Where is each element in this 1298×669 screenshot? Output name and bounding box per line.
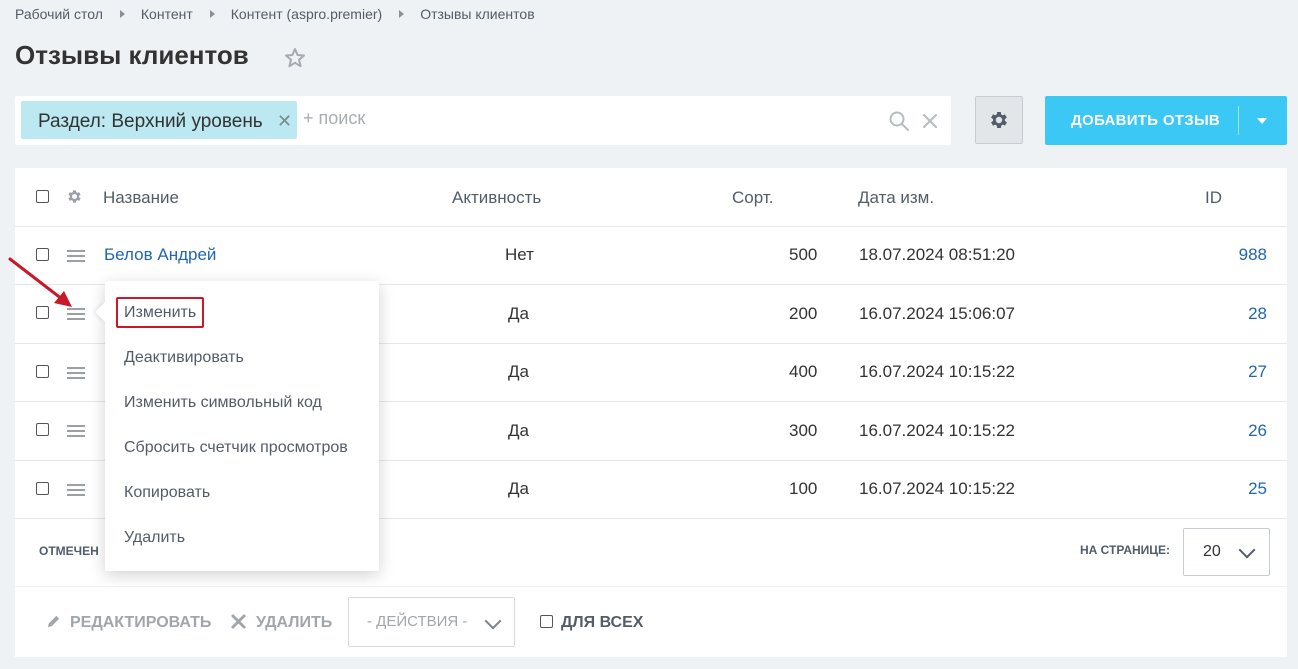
row-id[interactable]: 27 — [1248, 362, 1267, 382]
row-name-link[interactable]: Белов Андрей — [104, 245, 216, 265]
search-input[interactable]: + поиск — [303, 108, 365, 129]
row-active: Да — [508, 479, 529, 498]
breadcrumb-item-current: Отзывы клиентов — [420, 6, 535, 22]
menu-item-deactivate[interactable]: Деактивировать — [124, 349, 244, 367]
per-page-select[interactable]: 20 — [1183, 528, 1270, 576]
row-checkbox[interactable] — [36, 423, 49, 436]
close-icon — [231, 614, 246, 629]
delete-action-button[interactable]: УДАЛИТЬ — [256, 614, 332, 632]
row-date: 18.07.2024 08:51:20 — [859, 245, 1015, 264]
row-divider — [15, 226, 1287, 227]
row-sort: 500 — [789, 245, 818, 264]
row-menu-icon[interactable] — [67, 367, 85, 379]
marked-count-label: ОТМЕЧЕН — [39, 544, 99, 558]
row-context-menu: Изменить Деактивировать Изменить символь… — [95, 281, 379, 571]
column-header-id[interactable]: ID — [1205, 188, 1222, 208]
column-header-name[interactable]: Название — [103, 188, 179, 208]
menu-item-copy[interactable]: Копировать — [124, 484, 210, 502]
row-sort: 300 — [789, 421, 818, 440]
row-active: Да — [508, 304, 529, 323]
breadcrumb-item[interactable]: Контент — [141, 6, 193, 22]
row-id[interactable]: 988 — [1239, 245, 1267, 265]
row-date: 16.07.2024 15:06:07 — [859, 304, 1015, 323]
gear-icon — [991, 112, 1007, 128]
row-menu-icon[interactable] — [67, 484, 85, 496]
row-id[interactable]: 25 — [1248, 479, 1267, 499]
row-active: Да — [508, 362, 529, 381]
search-icon[interactable] — [888, 110, 910, 132]
breadcrumb-separator-icon — [209, 10, 215, 18]
for-all-checkbox[interactable] — [540, 615, 553, 628]
row-active: Да — [508, 421, 529, 440]
group-action-bar: РЕДАКТИРОВАТЬ УДАЛИТЬ - ДЕЙСТВИЯ - ДЛЯ В… — [15, 587, 1287, 657]
breadcrumb-item[interactable]: Контент (aspro.premier) — [231, 6, 382, 22]
row-menu-icon[interactable] — [67, 425, 85, 437]
chip-close-icon[interactable]: ✕ — [277, 111, 292, 132]
row-checkbox[interactable] — [36, 482, 49, 495]
row-date: 16.07.2024 10:15:22 — [859, 362, 1015, 381]
arrow-annotation-icon — [8, 257, 72, 307]
column-header-date[interactable]: Дата изм. — [858, 188, 934, 208]
row-id[interactable]: 28 — [1248, 304, 1267, 324]
row-active: Нет — [505, 245, 534, 264]
row-date: 16.07.2024 10:15:22 — [859, 421, 1015, 440]
dropdown-arrow-icon[interactable] — [1257, 118, 1267, 124]
filter-chip-label: Раздел: Верхний уровень — [38, 111, 263, 132]
add-review-label: ДОБАВИТЬ ОТЗЫВ — [1071, 112, 1221, 129]
actions-select[interactable]: - ДЕЙСТВИЯ - — [348, 597, 515, 647]
menu-item-edit-code[interactable]: Изменить символьный код — [124, 394, 322, 412]
column-header-sort[interactable]: Сорт. — [732, 188, 773, 208]
breadcrumb-separator-icon — [119, 10, 125, 18]
page-title: Отзывы клиентов — [15, 40, 249, 70]
pencil-icon — [47, 615, 60, 628]
row-sort: 200 — [789, 304, 818, 323]
filter-chip[interactable]: Раздел: Верхний уровень ✕ — [21, 101, 297, 139]
column-settings-gear-icon[interactable] — [66, 188, 83, 205]
clear-icon[interactable] — [920, 111, 940, 131]
chevron-down-icon — [1238, 541, 1256, 559]
select-all-checkbox[interactable] — [36, 190, 49, 203]
row-date: 16.07.2024 10:15:22 — [859, 479, 1015, 498]
for-all-label: ДЛЯ ВСЕХ — [561, 614, 644, 631]
breadcrumb: Рабочий стол Контент Контент (aspro.prem… — [15, 6, 535, 22]
edit-action-button[interactable]: РЕДАКТИРОВАТЬ — [70, 614, 211, 632]
button-divider — [1238, 106, 1239, 135]
filter-search-bar[interactable]: Раздел: Верхний уровень ✕ + поиск — [15, 96, 951, 145]
breadcrumb-separator-icon — [399, 10, 405, 18]
row-sort: 100 — [789, 479, 818, 498]
settings-button[interactable] — [975, 96, 1023, 144]
row-sort: 400 — [789, 362, 818, 381]
chevron-down-icon — [484, 612, 502, 630]
star-icon[interactable] — [283, 46, 307, 70]
actions-select-value: - ДЕЙСТВИЯ - — [367, 613, 468, 630]
per-page-value: 20 — [1203, 543, 1221, 560]
column-header-active[interactable]: Активность — [452, 188, 541, 208]
menu-item-edit[interactable]: Изменить — [124, 304, 196, 322]
per-page-label: НА СТРАНИЦЕ: — [1080, 543, 1171, 557]
menu-item-delete[interactable]: Удалить — [124, 529, 185, 547]
breadcrumb-item[interactable]: Рабочий стол — [15, 6, 103, 22]
row-id[interactable]: 26 — [1248, 421, 1267, 441]
row-checkbox[interactable] — [36, 365, 49, 378]
menu-item-reset-views[interactable]: Сбросить счетчик просмотров — [124, 439, 348, 457]
add-review-button[interactable]: ДОБАВИТЬ ОТЗЫВ — [1045, 96, 1287, 145]
